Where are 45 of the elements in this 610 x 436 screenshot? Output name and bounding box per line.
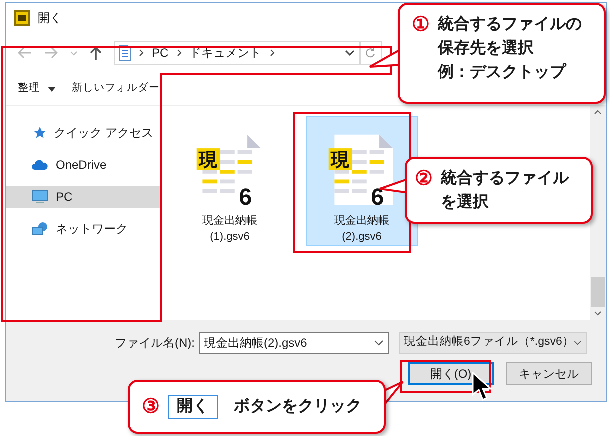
organize-menu[interactable]: 整理 [18, 81, 56, 97]
dropdown-icon[interactable] [374, 340, 384, 346]
button-label-box: 開く [168, 395, 218, 419]
address-field[interactable]: PC ドキュメント [114, 41, 360, 65]
window-title: 開く [38, 10, 62, 27]
new-folder-button[interactable]: 新しいフォルダー [72, 81, 160, 97]
callout-text: 例：デスクトップ [438, 62, 568, 83]
scroll-down-icon[interactable] [594, 311, 602, 316]
file-name-label: ファイル名(N): [114, 335, 196, 352]
monitor-icon [32, 190, 48, 204]
app-icon [14, 10, 30, 26]
breadcrumb[interactable]: PC [152, 44, 169, 62]
callout-text: ボタンをクリック [234, 397, 362, 417]
refresh-icon [366, 48, 376, 58]
sidebar-item[interactable]: ネットワーク [6, 218, 161, 240]
breadcrumb[interactable]: ドキュメント [190, 44, 262, 62]
scroll-up-icon[interactable] [594, 110, 602, 115]
cloud-icon [32, 159, 48, 171]
step-number: ① [412, 13, 430, 38]
caret-icon [48, 86, 56, 92]
callout-text: を選択 [441, 192, 490, 213]
up-icon[interactable] [90, 46, 102, 60]
step-number: ② [415, 167, 433, 192]
callout-text: 統合するファイルの [438, 14, 582, 35]
file-name-field[interactable]: 現金出納帳(2).gsv6 [199, 332, 389, 354]
callout-text: 保存先を選択 [438, 38, 535, 59]
chevron-right-icon [176, 49, 182, 57]
dropdown-icon[interactable] [345, 50, 355, 56]
chevron-right-icon [139, 49, 144, 57]
scroll-thumb[interactable] [591, 277, 605, 307]
star-icon [32, 126, 46, 140]
file-tile[interactable]: 現 6 現金出納帳(1).gsv6 [174, 116, 286, 246]
step-number: ③ [142, 395, 160, 420]
sidebar-item[interactable]: OneDrive [6, 154, 161, 176]
callout-text: 統合するファイル [441, 168, 569, 189]
back-icon[interactable] [18, 47, 32, 59]
sidebar-item[interactable]: PC [6, 186, 161, 208]
sidebar-item[interactable]: クイック アクセス [6, 122, 161, 144]
forward-icon[interactable] [44, 47, 58, 59]
scrollbar[interactable] [590, 106, 606, 320]
dropdown-icon [574, 340, 582, 346]
file-type-select[interactable]: 現金出納帳6ファイル（*.gsv6） [399, 332, 587, 354]
network-icon [32, 222, 48, 236]
chevron-right-icon [270, 49, 275, 57]
cancel-button[interactable]: キャンセル [506, 362, 592, 385]
